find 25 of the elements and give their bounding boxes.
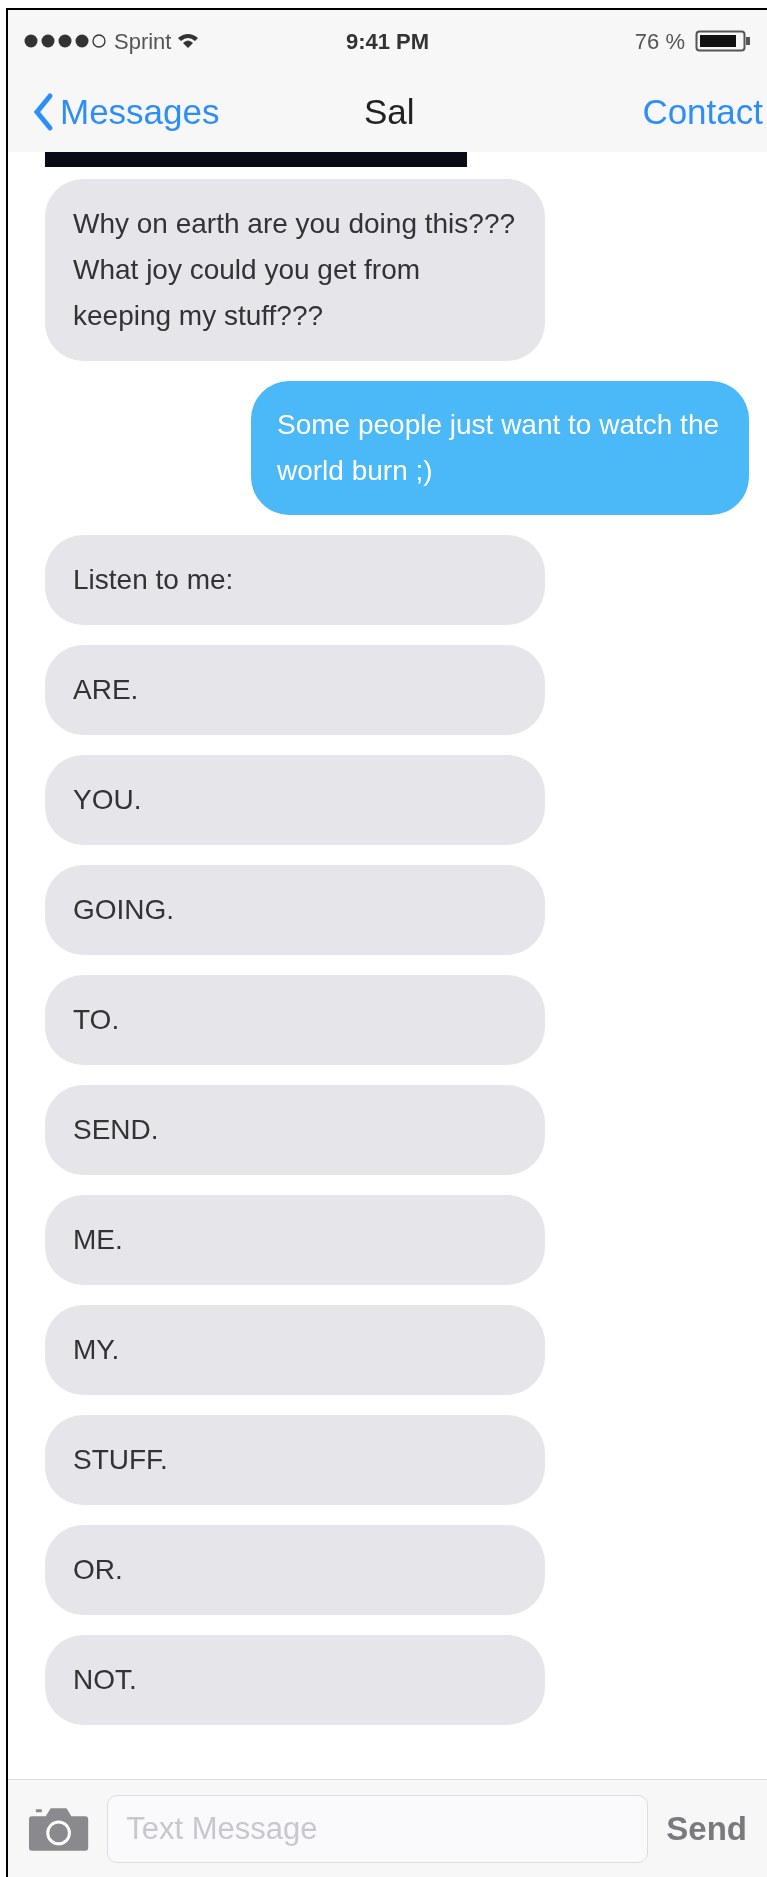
chevron-left-icon bbox=[32, 92, 54, 132]
signal-dots-icon bbox=[24, 33, 108, 49]
received-message-bubble: YOU. bbox=[45, 755, 545, 845]
contact-button[interactable]: Contact bbox=[642, 85, 767, 139]
received-message-bubble: STUFF. bbox=[45, 1415, 545, 1505]
received-message-bubble: NOT. bbox=[45, 1635, 545, 1725]
received-message-bubble: OR. bbox=[45, 1525, 545, 1615]
wifi-icon bbox=[177, 33, 200, 49]
carrier-name: Sprint bbox=[114, 27, 172, 56]
sent-message-bubble: Some people just want to watch the world burn ;) bbox=[251, 381, 749, 515]
received-message-bubble: ME. bbox=[45, 1195, 545, 1285]
battery-percent: 76 % bbox=[634, 27, 685, 56]
received-message-bubble: MY. bbox=[45, 1305, 545, 1395]
conversation-title: Sal bbox=[364, 90, 415, 133]
received-message-bubble: Listen to me: bbox=[45, 535, 545, 625]
camera-icon[interactable] bbox=[28, 1805, 90, 1852]
back-button[interactable]: Messages bbox=[8, 85, 220, 139]
send-button[interactable]: Send bbox=[666, 1803, 747, 1854]
received-message-bubble: Why on earth are you doing this??? What joy could you get from keeping my stuff??? bbox=[45, 179, 545, 361]
received-message-bubble: ARE. bbox=[45, 645, 545, 735]
status-time: 9:41 PM bbox=[345, 27, 430, 56]
received-message-bubble: TO. bbox=[45, 975, 545, 1065]
battery-icon bbox=[695, 29, 751, 53]
received-message-bubble: SEND. bbox=[45, 1085, 545, 1175]
received-message-bubble: GOING. bbox=[45, 865, 545, 955]
